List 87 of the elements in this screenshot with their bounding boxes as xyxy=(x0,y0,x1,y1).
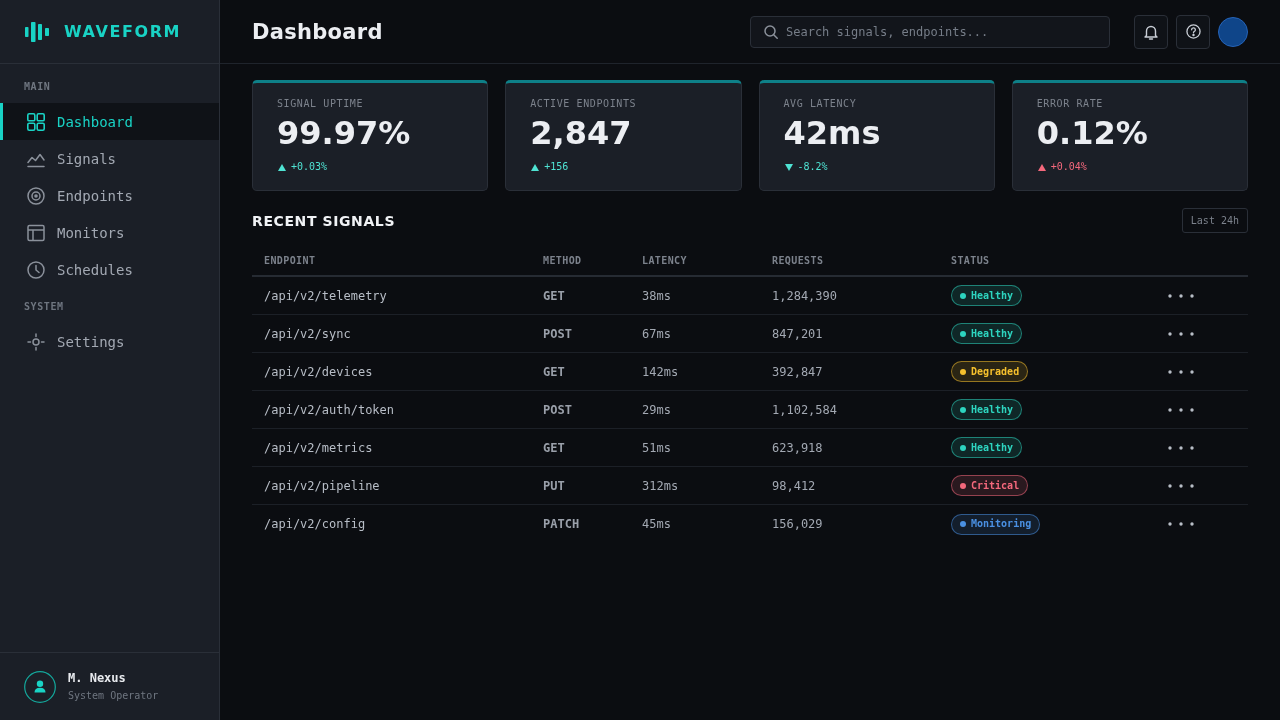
stat-value: 0.12% xyxy=(1036,115,1148,151)
page-title: Dashboard xyxy=(252,19,384,44)
status-text: Healthy xyxy=(971,327,1014,340)
status-text: Healthy xyxy=(971,289,1014,302)
user-name: M. Nexus xyxy=(68,671,127,685)
logo-text: WAVEFORM xyxy=(64,21,182,42)
latency-cell-text: 67ms xyxy=(641,326,671,341)
bell-icon xyxy=(1144,23,1158,40)
status-text: Healthy xyxy=(971,441,1014,454)
method-cell-text: PUT xyxy=(542,478,565,493)
stat-delta: +0.04% xyxy=(1050,161,1087,173)
requests-cell-text: 156,029 xyxy=(771,517,823,531)
time-range-button[interactable]: Last 24h xyxy=(1181,208,1248,233)
nav-item[interactable]: Endpoints xyxy=(0,177,219,214)
method-cell-text: POST xyxy=(542,402,572,417)
column-header: STATUS xyxy=(950,254,990,266)
column-header: LATENCY xyxy=(641,254,687,266)
stat-label: ACTIVE ENDPOINTS xyxy=(530,98,637,110)
search-icon xyxy=(764,24,778,39)
latency-cell-text: 45ms xyxy=(641,517,671,531)
requests-cell-text: 392,847 xyxy=(771,364,823,379)
more-icon[interactable] xyxy=(1168,522,1194,526)
column-header: ENDPOINT xyxy=(263,254,316,266)
nav-item[interactable]: Settings xyxy=(0,323,219,360)
user-role: System Operator xyxy=(68,690,159,702)
stat-label: SIGNAL UPTIME xyxy=(277,98,364,110)
user-avatar-icon xyxy=(24,670,56,703)
section-title: RECENT SIGNALS xyxy=(252,212,396,229)
stat-delta: +156 xyxy=(544,161,569,173)
more-icon[interactable] xyxy=(1168,293,1194,298)
more-icon[interactable] xyxy=(1168,369,1194,374)
more-icon[interactable] xyxy=(1168,407,1194,412)
help-button[interactable] xyxy=(1176,14,1210,49)
nav-section-heading: SYSTEM xyxy=(23,300,65,314)
latency-cell-text: 142ms xyxy=(641,364,679,379)
requests-cell-text: 847,201 xyxy=(771,326,823,341)
status-text: Healthy xyxy=(971,403,1014,416)
endpoint-cell-text: /api/v2/telemetry xyxy=(263,288,387,303)
method-cell-text: POST xyxy=(542,326,572,341)
more-icon[interactable] xyxy=(1168,445,1194,450)
settings-icon xyxy=(27,332,45,351)
requests-cell-text: 623,918 xyxy=(771,440,823,455)
endpoint-cell-text: /api/v2/metrics xyxy=(263,440,373,455)
stat-value: 99.97% xyxy=(277,115,411,151)
stat-label: AVG LATENCY xyxy=(783,98,857,110)
avatar[interactable] xyxy=(1218,16,1248,47)
status-text: Degraded xyxy=(971,365,1020,378)
latency-cell-text: 51ms xyxy=(641,440,671,455)
nav-item[interactable]: Dashboard xyxy=(0,103,219,140)
latency-cell-text: 312ms xyxy=(641,478,679,493)
method-cell-text: GET xyxy=(542,440,565,455)
more-icon[interactable] xyxy=(1168,483,1194,488)
nav-item[interactable]: Schedules xyxy=(0,251,219,288)
latency-cell-text: 29ms xyxy=(641,402,671,417)
stat-delta: -8.2% xyxy=(797,161,828,173)
stat-value: 42ms xyxy=(783,115,881,151)
target-icon xyxy=(27,186,45,205)
column-header: REQUESTS xyxy=(771,254,824,266)
status-text: Monitoring xyxy=(971,518,1032,530)
status-text: Critical xyxy=(971,479,1020,492)
nav-section-heading: MAIN xyxy=(23,80,52,94)
requests-cell-text: 1,284,390 xyxy=(771,288,838,303)
window-layout-icon xyxy=(27,223,45,242)
requests-cell-text: 1,102,584 xyxy=(771,402,838,417)
stat-label: ERROR RATE xyxy=(1036,98,1103,110)
method-cell-text: GET xyxy=(542,364,565,379)
method-cell-text: GET xyxy=(542,288,565,303)
notifications-button[interactable] xyxy=(1134,14,1168,49)
endpoint-cell-text: /api/v2/pipeline xyxy=(263,478,380,493)
endpoint-cell-text: /api/v2/devices xyxy=(263,364,373,379)
search-field[interactable]: Search signals, endpoints... xyxy=(750,15,1110,48)
endpoint-cell-text: /api/v2/sync xyxy=(263,326,351,341)
method-cell-text: PATCH xyxy=(542,517,580,531)
latency-cell-text: 38ms xyxy=(641,288,671,303)
help-icon xyxy=(1185,24,1201,39)
more-icon[interactable] xyxy=(1168,331,1194,336)
grid-icon xyxy=(27,112,45,131)
stat-value: 2,847 xyxy=(530,115,632,151)
stat-delta: +0.03% xyxy=(291,161,328,173)
clock-icon xyxy=(27,260,45,279)
column-header: METHOD xyxy=(542,254,582,266)
nav-item[interactable]: Signals xyxy=(0,140,219,177)
requests-cell-text: 98,412 xyxy=(771,478,816,493)
bars-logo-icon xyxy=(25,21,49,42)
nav-item[interactable]: Monitors xyxy=(0,214,219,251)
endpoint-cell-text: /api/v2/config xyxy=(263,517,366,531)
endpoint-cell-text: /api/v2/auth/token xyxy=(263,402,395,417)
